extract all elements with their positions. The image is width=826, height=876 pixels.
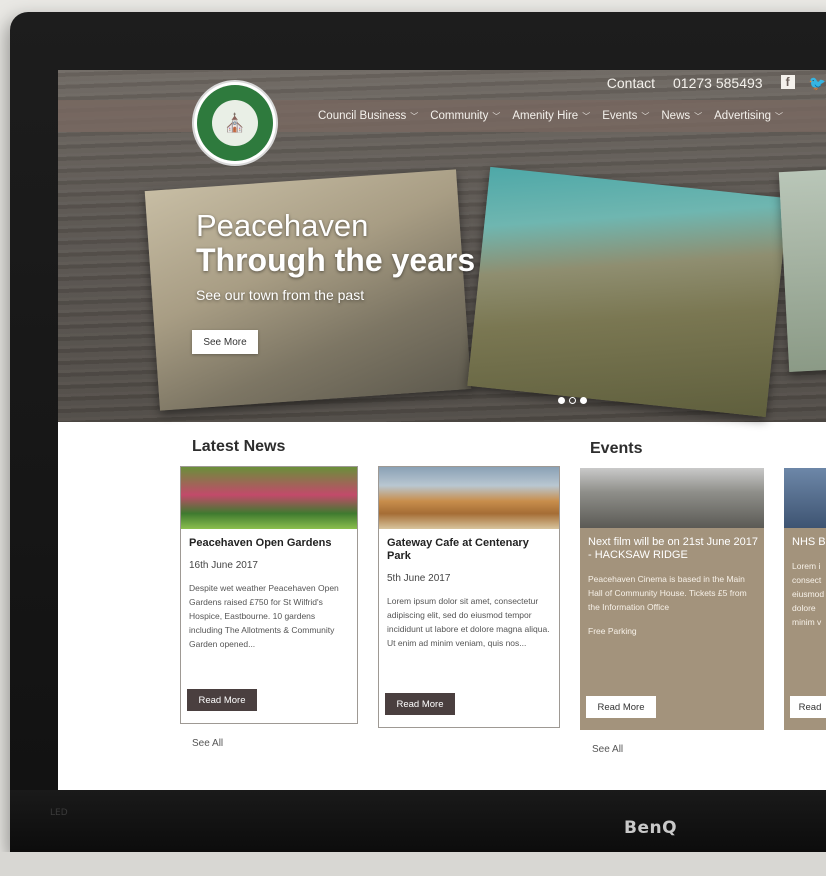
website-screen: Contact 01273 585493 f 🐦 Council Busines… bbox=[58, 70, 826, 790]
event-image-film bbox=[580, 468, 764, 528]
events-see-all-link[interactable]: See All bbox=[592, 744, 623, 755]
see-more-button[interactable]: See More bbox=[192, 330, 258, 354]
event-title[interactable]: Next film will be on 21st June 2017 - HA… bbox=[580, 528, 764, 562]
news-title[interactable]: Gateway Cafe at Centenary Park bbox=[379, 529, 559, 563]
carousel-dot[interactable] bbox=[558, 397, 565, 404]
chevron-down-icon: ﹀ bbox=[410, 111, 419, 121]
news-card: Peacehaven Open Gardens 16th June 2017 D… bbox=[180, 466, 358, 724]
hero-title: Peacehaven bbox=[196, 208, 369, 243]
social-links: f 🐦 bbox=[780, 74, 826, 92]
read-more-button[interactable]: Read More bbox=[187, 689, 257, 711]
event-image-nhs bbox=[784, 468, 826, 528]
chevron-down-icon: ﹀ bbox=[582, 111, 591, 121]
carousel-dot[interactable] bbox=[569, 397, 576, 404]
nav-advertising[interactable]: Advertising ﹀ bbox=[714, 110, 783, 122]
event-title[interactable]: NHS B bbox=[784, 528, 826, 549]
desk-surface bbox=[0, 852, 826, 876]
carousel-dots bbox=[558, 397, 587, 404]
news-date: 5th June 2017 bbox=[387, 573, 451, 584]
news-excerpt: Despite wet weather Peacehaven Open Gard… bbox=[189, 583, 339, 649]
nav-news[interactable]: News ﹀ bbox=[661, 110, 702, 122]
crest-icon: ⛪ bbox=[212, 100, 258, 146]
chevron-down-icon: ﹀ bbox=[492, 111, 501, 121]
hero-photo-partial bbox=[778, 168, 826, 372]
news-date: 16th June 2017 bbox=[189, 560, 258, 571]
main-nav: Council Business ﹀ Community ﹀ Amenity Hir… bbox=[318, 100, 783, 132]
top-contact-bar: Contact 01273 585493 f 🐦 bbox=[607, 72, 826, 94]
monitor-bottom-bezel bbox=[10, 790, 826, 852]
chevron-down-icon: ﹀ bbox=[694, 111, 703, 121]
news-card: Gateway Cafe at Centenary Park 5th June … bbox=[378, 466, 560, 728]
event-description: Peacehaven Cinema is based in the Main H… bbox=[588, 574, 747, 612]
twitter-icon[interactable]: 🐦 bbox=[809, 75, 826, 92]
nav-community[interactable]: Community ﹀ bbox=[430, 110, 500, 122]
news-see-all-link[interactable]: See All bbox=[192, 738, 223, 749]
facebook-icon[interactable]: f bbox=[780, 74, 795, 89]
phone-number: 01273 585493 bbox=[673, 75, 763, 91]
hero-subtitle: See our town from the past bbox=[196, 287, 365, 303]
read-more-button[interactable]: Read bbox=[790, 696, 826, 718]
chevron-down-icon: ﹀ bbox=[775, 111, 784, 121]
news-excerpt: Lorem ipsum dolor sit amet, consectetur … bbox=[387, 596, 550, 648]
hero-title-bold: Through the years bbox=[196, 242, 476, 278]
event-card: NHS B Lorem i consect eiusmod et dolore … bbox=[784, 468, 826, 730]
event-description: Lorem i consect eiusmod et dolore minim … bbox=[792, 561, 826, 627]
monitor-brand-logo: BenQ bbox=[624, 818, 678, 838]
carousel-dot[interactable] bbox=[580, 397, 587, 404]
event-card: Next film will be on 21st June 2017 - HA… bbox=[580, 468, 764, 730]
hero-photo-cliffs bbox=[467, 166, 789, 418]
led-label: LED bbox=[50, 808, 68, 818]
hero-text: Peacehaven Through the years See our tow… bbox=[196, 208, 475, 303]
hero-banner: Contact 01273 585493 f 🐦 Council Busines… bbox=[58, 70, 826, 422]
news-image-gardens bbox=[181, 467, 357, 529]
events-heading: Events bbox=[590, 440, 643, 457]
latest-news-heading: Latest News bbox=[192, 438, 286, 455]
nav-council-business[interactable]: Council Business ﹀ bbox=[318, 110, 418, 122]
read-more-button[interactable]: Read More bbox=[385, 693, 455, 715]
contact-link[interactable]: Contact bbox=[607, 75, 655, 91]
nav-events[interactable]: Events ﹀ bbox=[602, 110, 649, 122]
read-more-button[interactable]: Read More bbox=[586, 696, 656, 718]
council-logo[interactable]: ⛪ bbox=[192, 80, 278, 166]
event-extra: Free Parking bbox=[588, 626, 637, 636]
news-image-cafe bbox=[379, 467, 559, 529]
nav-amenity-hire[interactable]: Amenity Hire ﹀ bbox=[512, 110, 590, 122]
chevron-down-icon: ﹀ bbox=[641, 111, 650, 121]
news-title[interactable]: Peacehaven Open Gardens bbox=[181, 529, 357, 550]
